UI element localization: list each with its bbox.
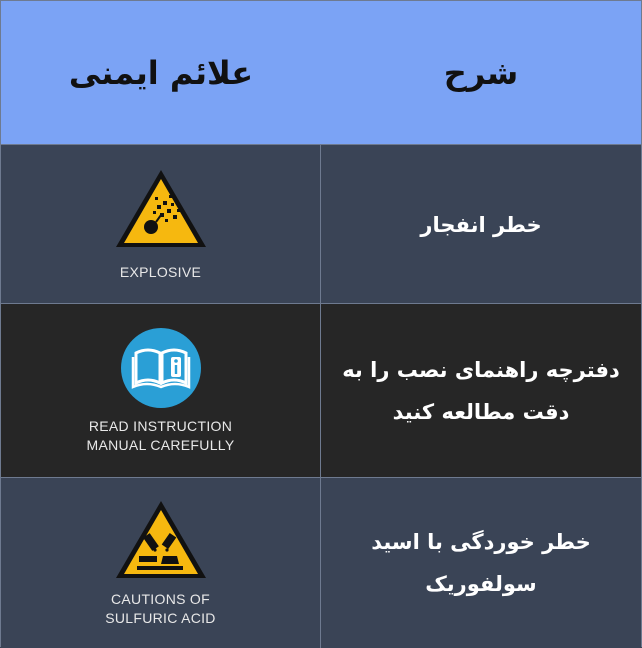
description-line: دفترچه راهنمای نصب را به bbox=[342, 358, 620, 382]
safety-signs-table: علائم ایمنی شرح EXPLOSIVE خطر انفجار REA… bbox=[0, 0, 642, 648]
explosive-warning-icon bbox=[115, 170, 206, 247]
sign-caption-line: EXPLOSIVE bbox=[119, 264, 202, 280]
sign-cell: READ INSTRUCTION MANUAL CAREFULLY bbox=[1, 304, 321, 478]
description-line: دقت مطالعه کنید bbox=[392, 400, 570, 424]
description-line: سولفوریک bbox=[425, 572, 537, 596]
table-header: علائم ایمنی شرح bbox=[1, 1, 641, 144]
description-line: خطر خوردگی با اسید bbox=[371, 530, 591, 554]
table-row: CAUTIONS OF SULFURIC ACID خطر خوردگی با … bbox=[1, 477, 641, 648]
sign-caption-line: MANUAL CAREFULLY bbox=[86, 437, 235, 453]
header-safety-signs: علائم ایمنی bbox=[1, 1, 321, 144]
description-text: دفترچه راهنمای نصب را به دقت مطالعه کنید bbox=[326, 349, 636, 433]
sign-cell: EXPLOSIVE bbox=[1, 145, 321, 304]
corrosive-warning-icon bbox=[115, 501, 206, 578]
table-row: READ INSTRUCTION MANUAL CAREFULLY دفترچه… bbox=[1, 303, 641, 478]
header-description: شرح bbox=[321, 1, 641, 144]
description-cell: خطر انفجار bbox=[321, 145, 641, 304]
header-description-label: شرح bbox=[443, 53, 519, 92]
sign-caption: CAUTIONS OF SULFURIC ACID bbox=[105, 590, 215, 628]
description-line: خطر انفجار bbox=[420, 212, 542, 237]
table-row: EXPLOSIVE خطر انفجار bbox=[1, 144, 641, 304]
read-manual-icon bbox=[120, 328, 201, 408]
sign-cell: CAUTIONS OF SULFURIC ACID bbox=[1, 478, 321, 648]
description-text: خطر خوردگی با اسید سولفوریک bbox=[355, 521, 607, 605]
description-text: خطر انفجار bbox=[404, 204, 557, 246]
description-cell: دفترچه راهنمای نصب را به دقت مطالعه کنید bbox=[321, 304, 641, 478]
header-safety-signs-label: علائم ایمنی bbox=[68, 53, 254, 92]
sign-caption-line: READ INSTRUCTION bbox=[88, 418, 233, 434]
description-cell: خطر خوردگی با اسید سولفوریک bbox=[321, 478, 641, 648]
sign-caption: READ INSTRUCTION MANUAL CAREFULLY bbox=[87, 417, 235, 455]
sign-caption-line: CAUTIONS OF bbox=[111, 591, 210, 607]
sign-caption-line: SULFURIC ACID bbox=[105, 610, 216, 626]
sign-caption: EXPLOSIVE bbox=[120, 263, 201, 282]
